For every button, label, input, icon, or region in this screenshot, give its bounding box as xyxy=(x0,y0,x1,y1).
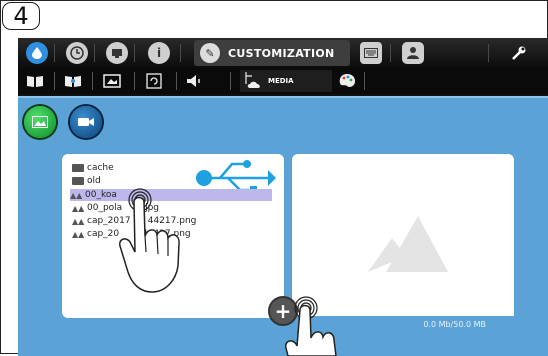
tab-label: MEDIA xyxy=(268,77,294,85)
file-name: cache xyxy=(87,163,114,173)
toolbar-divider xyxy=(180,44,181,62)
main-toolbar: i ✎ CUSTOMIZATION xyxy=(18,38,548,68)
videos-mode-button[interactable] xyxy=(70,106,102,138)
folder-icon xyxy=(72,164,84,172)
tab-media[interactable]: MEDIA xyxy=(240,70,332,92)
tab-customization[interactable]: ✎ CUSTOMIZATION xyxy=(194,40,350,66)
subbar-divider xyxy=(92,72,93,90)
image-icon xyxy=(32,116,48,128)
toolbar-divider xyxy=(390,44,391,62)
file-name: old xyxy=(87,176,101,186)
pen-icon: ✎ xyxy=(200,43,220,63)
list-item[interactable]: cache xyxy=(72,162,114,174)
image-file-icon: ▲▲ xyxy=(72,216,85,226)
book-icon[interactable] xyxy=(24,71,46,91)
info-icon[interactable]: i xyxy=(148,42,170,64)
tab-label: CUSTOMIZATION xyxy=(228,46,335,60)
keyboard-icon[interactable] xyxy=(360,42,382,64)
image-file-icon: ▲▲ xyxy=(72,229,85,239)
users-icon[interactable] xyxy=(402,42,424,64)
toolbar-divider xyxy=(94,44,95,62)
subbar-divider xyxy=(364,72,365,90)
picture-frame-icon[interactable] xyxy=(100,71,124,91)
toolbar-divider xyxy=(488,44,489,62)
image-file-icon: ▲▲ xyxy=(70,190,83,200)
subbar-divider xyxy=(54,72,55,90)
video-camera-icon xyxy=(78,116,94,128)
rotate-icon[interactable] xyxy=(144,71,164,91)
tap-hand-icon xyxy=(119,188,180,293)
list-item[interactable]: old xyxy=(72,175,101,187)
tap-hand-icon xyxy=(285,296,337,356)
subbar-divider xyxy=(134,72,135,90)
toolbar-divider xyxy=(134,44,135,62)
open-book-icon[interactable] xyxy=(62,71,84,91)
speaker-icon[interactable] xyxy=(184,71,206,91)
image-placeholder-icon xyxy=(368,202,448,276)
palette-icon[interactable] xyxy=(336,71,358,91)
wrench-icon[interactable] xyxy=(508,42,530,64)
images-mode-button[interactable] xyxy=(24,106,56,138)
water-drop-icon[interactable] xyxy=(26,42,48,64)
toolbar-divider xyxy=(54,44,55,62)
folder-icon xyxy=(72,177,84,185)
step-number-badge: 4 xyxy=(2,2,40,30)
media-icon xyxy=(244,72,264,90)
customization-subbar: MEDIA xyxy=(18,68,548,94)
subbar-divider xyxy=(176,72,177,90)
screen-icon[interactable] xyxy=(106,42,128,64)
image-file-icon: ▲▲ xyxy=(72,203,85,213)
subbar-divider xyxy=(230,72,231,90)
clock-icon[interactable] xyxy=(66,42,88,64)
file-name: 00_koa xyxy=(85,190,117,200)
